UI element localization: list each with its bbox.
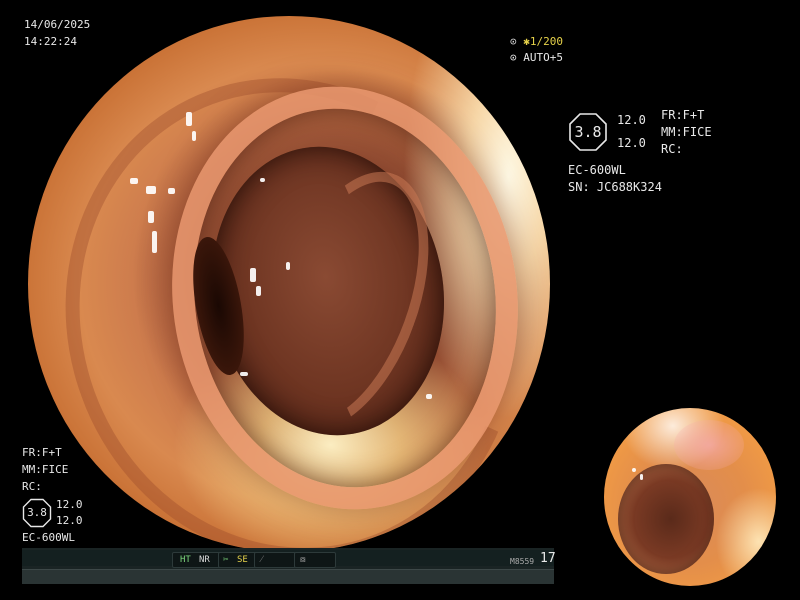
value-bottom: 12.0 (617, 136, 646, 150)
status-bar-bottom (22, 569, 554, 584)
fr-mode: FR:F+T (661, 108, 705, 122)
specular-reflection (130, 178, 138, 184)
left-scope-model: EC-600WL (22, 531, 75, 544)
shutter-value: 1/200 (529, 35, 563, 48)
left-enhancement-badge: 3.8 (22, 498, 52, 528)
secondary-endoscopic-view (604, 408, 776, 586)
specular-reflection (426, 394, 432, 399)
value-top: 12.0 (617, 113, 646, 127)
circle-settings-icon: ⧇ (300, 555, 306, 565)
endoscopy-screen: 14/06/2025 14:22:24 ⊙ ✱1/200 ⊙ AUTO+5 3.… (0, 0, 800, 600)
function-indicator: ⁄ (254, 552, 296, 568)
settings-indicator: ⧇ (294, 552, 336, 568)
ht-label: HT (180, 555, 191, 565)
serial-number: SN: JC688K324 (568, 180, 662, 194)
aperture-icon: ⊙ (510, 51, 517, 64)
specular-reflection (640, 474, 643, 480)
image-code: M8559 (510, 557, 535, 566)
date-label: 14/06/2025 (24, 18, 91, 31)
auto-value: AUTO+5 (523, 51, 563, 64)
specular-reflection (240, 372, 248, 376)
specular-reflection (146, 186, 156, 194)
specular-reflection (152, 231, 157, 253)
specular-reflection (260, 178, 265, 182)
rc-mode: RC: (661, 142, 683, 156)
enhancement-badge: 3.8 (568, 112, 608, 152)
specular-reflection (256, 286, 261, 296)
mm-mode: MM:FICE (661, 125, 712, 139)
nr-label: NR (199, 555, 210, 565)
specular-reflection (186, 112, 192, 126)
left-value-bottom: 12.0 (56, 514, 83, 527)
scissors-icon: ✂ (223, 555, 229, 565)
left-rc-mode: RC: (22, 480, 42, 493)
status-bar: HT NR ✂ SE ⁄ ⧇ M8559 17 (22, 548, 556, 584)
aperture-icon: ⊙ (510, 35, 517, 48)
image-count: 17 (540, 551, 556, 566)
pip-lumen (618, 464, 714, 574)
function-icon: ⁄ (261, 555, 263, 565)
scope-model: EC-600WL (568, 163, 626, 177)
specular-reflection (250, 268, 256, 282)
left-mm-mode: MM:FICE (22, 463, 69, 476)
main-endoscopic-view (28, 16, 550, 552)
exposure-auto: ⊙ AUTO+5 (510, 51, 563, 64)
specular-reflection (632, 468, 636, 472)
se-indicator: ✂ SE (218, 552, 258, 568)
pip-mucosa-highlight (674, 420, 744, 470)
specular-reflection (286, 262, 290, 270)
star-icon: ✱ (523, 35, 530, 48)
left-badge-value: 3.8 (27, 506, 47, 519)
specular-reflection (192, 131, 196, 141)
se-label: SE (237, 555, 248, 565)
left-value-top: 12.0 (56, 498, 83, 511)
left-fr-mode: FR:F+T (22, 446, 62, 459)
specular-reflection (148, 211, 154, 223)
badge-value: 3.8 (574, 123, 602, 141)
specular-reflection (168, 188, 175, 194)
time-label: 14:22:24 (24, 35, 77, 48)
exposure-shutter: ⊙ ✱1/200 (510, 35, 563, 48)
